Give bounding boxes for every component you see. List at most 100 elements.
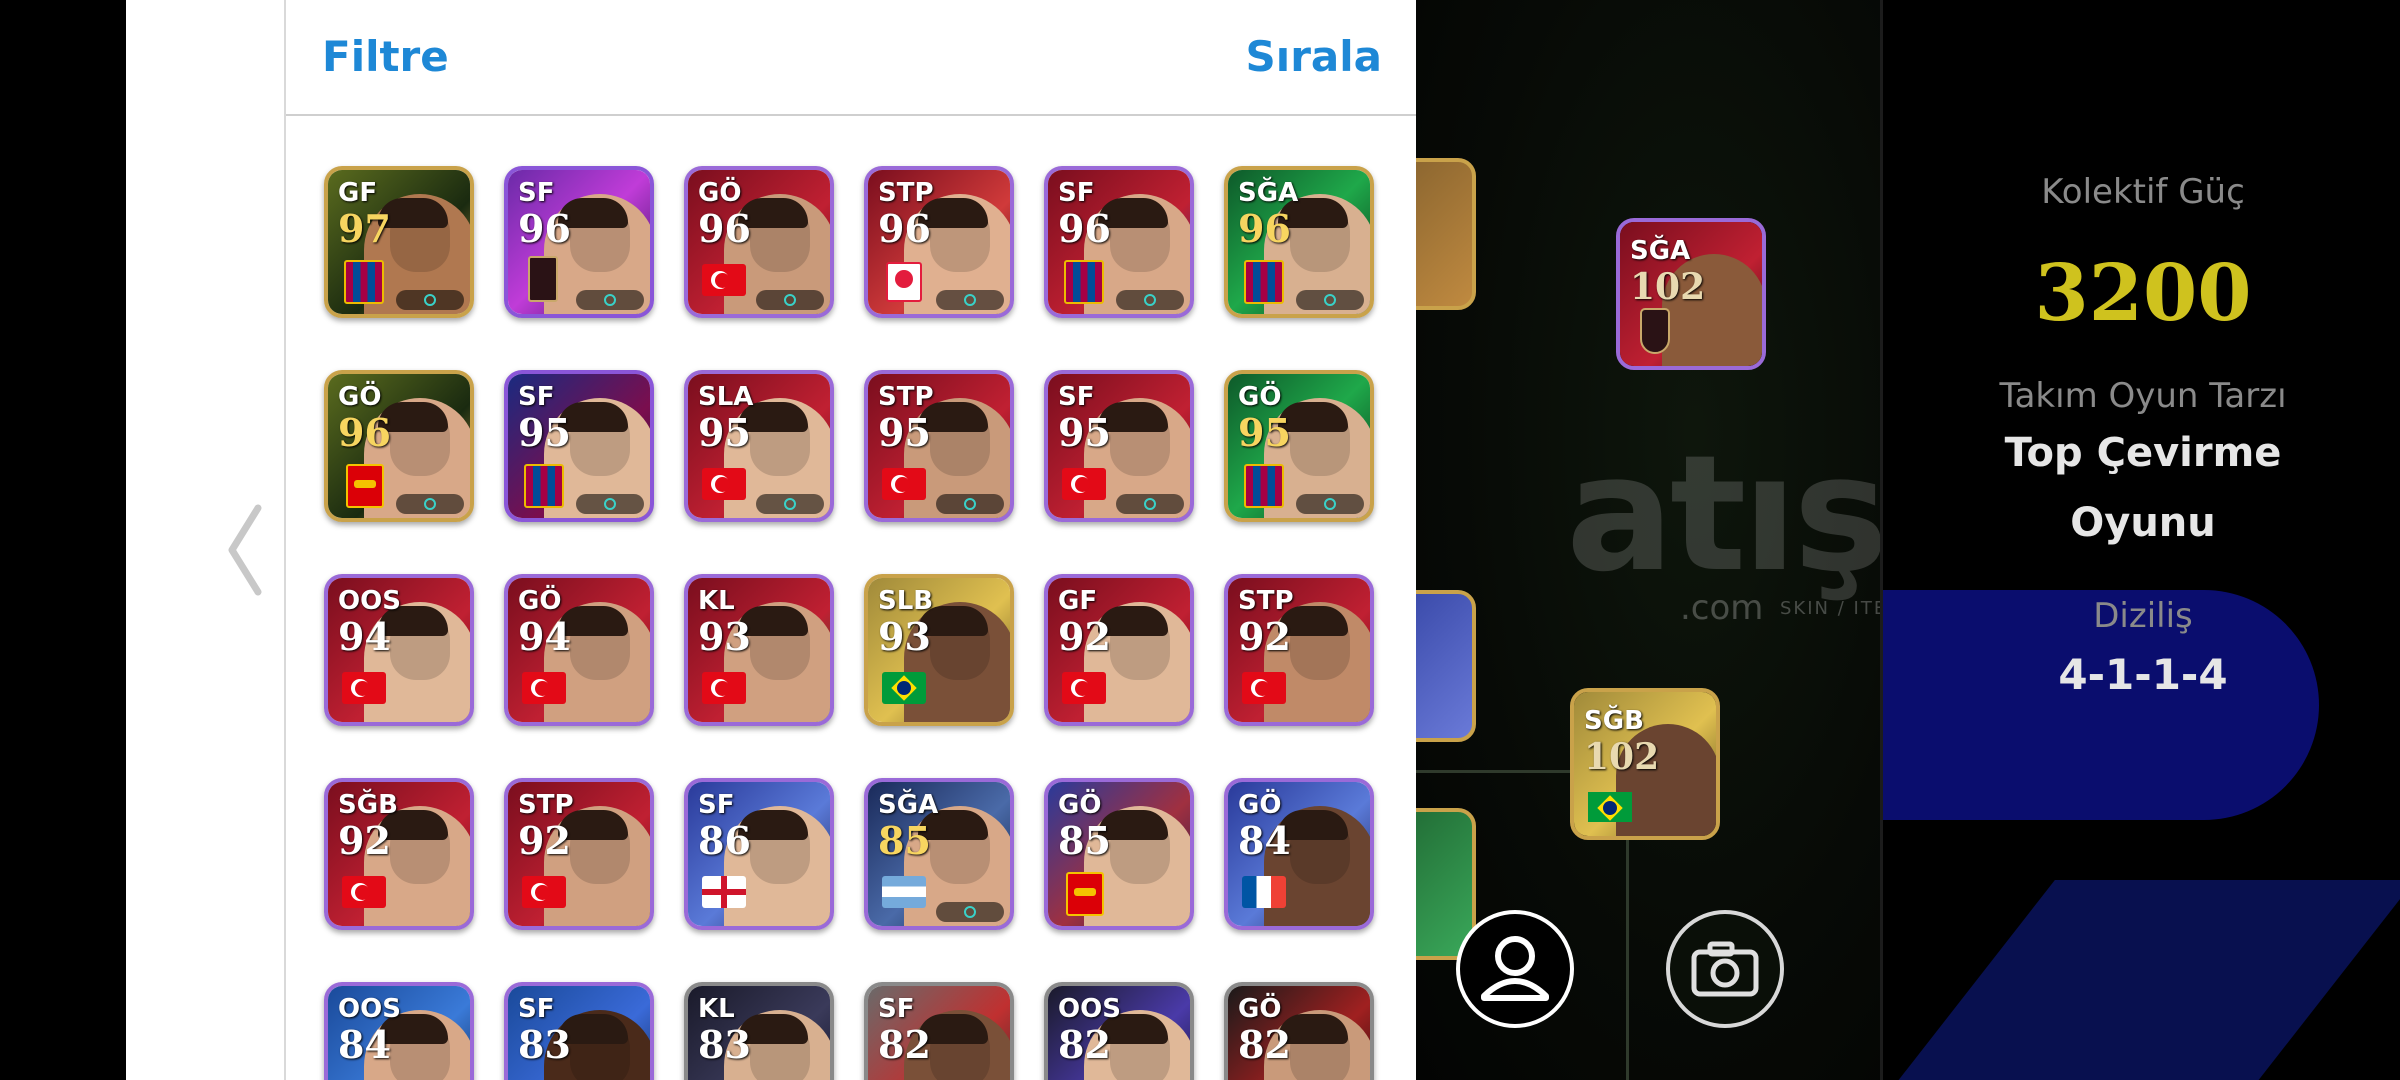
player-position: GÖ [1238,382,1282,412]
player-card[interactable]: GF 97 [324,166,474,318]
play-style-value-line1[interactable]: Top Çevirme [1883,430,2400,476]
player-position: STP [518,790,574,820]
player-card[interactable]: GÖ 96 [324,370,474,522]
formation-value[interactable]: 4-1-1-4 [1883,650,2400,699]
player-position: SF [1058,382,1095,412]
player-card[interactable]: SĞA 96 [1224,166,1374,318]
player-position: SĞB [1584,706,1644,736]
player-rating: 92 [1238,614,1291,659]
nationality-flag-icon [702,264,746,296]
pitch-player-card[interactable]: SĞA 102 [1616,218,1766,370]
play-style-value-line2[interactable]: Oyunu [1883,500,2400,546]
player-rating: 92 [338,818,391,863]
player-card[interactable]: GÖ 96 [684,166,834,318]
player-card[interactable]: KL 83 [684,982,834,1080]
nationality-flag-icon [702,672,746,704]
pitch-player-card[interactable] [1416,590,1476,742]
nationality-flag-icon [702,876,746,908]
nationality-flag-icon [882,468,926,500]
player-card[interactable]: SF 95 [1044,370,1194,522]
nationality-flag-icon [1588,792,1632,822]
player-position: SF [518,994,555,1024]
player-card[interactable]: SĞA 85 [864,778,1014,930]
player-card[interactable]: SLA 95 [684,370,834,522]
skill-indicator-icon [1116,290,1184,310]
skill-indicator-icon [576,494,644,514]
pitch-player-card[interactable] [1416,158,1476,310]
player-card[interactable]: SF 95 [504,370,654,522]
player-card[interactable]: OOS 82 [1044,982,1194,1080]
player-position: SF [1058,178,1095,208]
player-card[interactable]: SF 96 [1044,166,1194,318]
camera-button[interactable] [1666,910,1784,1028]
player-position: SĞB [338,790,398,820]
player-position: KL [698,994,735,1024]
player-rating: 95 [698,410,751,455]
pitch-player-card[interactable]: SĞB 102 [1570,688,1720,840]
club-badge-icon [344,260,384,304]
player-card[interactable]: STP 95 [864,370,1014,522]
player-rating: 95 [518,410,571,455]
player-position: GÖ [1238,790,1282,820]
team-power-label: Kolektif Güç [2041,172,2245,212]
nationality-flag-icon [702,468,746,500]
player-position: SĞA [1238,178,1299,208]
player-rating: 94 [338,614,391,659]
player-rating: 96 [1238,206,1291,251]
player-rating: 82 [1238,1022,1291,1067]
profile-button[interactable] [1456,910,1574,1028]
player-card[interactable]: SF 86 [684,778,834,930]
player-card[interactable]: STP 96 [864,166,1014,318]
player-list-panel: Filtre Sırala GF 97 SF 96 GÖ 96 STP 96 SF 96 SĞA 96… [284,0,1418,1080]
player-card[interactable]: SF 96 [504,166,654,318]
nationality-flag-icon [1242,672,1286,704]
player-card[interactable]: GÖ 82 [1224,982,1374,1080]
camera-icon [1691,941,1759,997]
player-position: SĞA [878,790,939,820]
player-card[interactable]: KL 93 [684,574,834,726]
skill-indicator-icon [576,290,644,310]
club-badge-icon [524,464,564,508]
player-card[interactable]: STP 92 [1224,574,1374,726]
player-rating: 84 [1238,818,1291,863]
player-card[interactable]: SF 83 [504,982,654,1080]
chevron-left-icon[interactable] [222,500,272,600]
play-style-label: Takım Oyun Tarzı [1999,376,2287,416]
player-rating: 85 [878,818,931,863]
club-badge-icon [1244,260,1284,304]
player-card[interactable]: GÖ 95 [1224,370,1374,522]
player-rating: 95 [1058,410,1111,455]
player-rating: 83 [518,1022,571,1067]
player-rating: 102 [1584,736,1660,778]
player-card[interactable]: GÖ 94 [504,574,654,726]
formation-label: Diziliş [2093,596,2193,636]
skill-indicator-icon [936,494,1004,514]
player-rating: 82 [1058,1022,1111,1067]
skill-indicator-icon [756,494,824,514]
player-position: SF [698,790,735,820]
watermark-logo: atış [1566,420,1880,607]
team-power-value: 3200 [2034,248,2252,339]
player-rating: 92 [1058,614,1111,659]
player-card[interactable]: GÖ 84 [1224,778,1374,930]
filter-button[interactable]: Filtre [322,32,449,81]
player-card[interactable]: GÖ 85 [1044,778,1194,930]
player-rating: 96 [338,410,391,455]
player-position: SLB [878,586,934,616]
nationality-flag-icon [1062,672,1106,704]
player-card[interactable]: SLB 93 [864,574,1014,726]
player-rating: 97 [338,206,391,251]
player-position: OOS [338,994,401,1024]
player-card[interactable]: STP 92 [504,778,654,930]
player-card[interactable]: OOS 84 [324,982,474,1080]
player-card[interactable]: OOS 94 [324,574,474,726]
sort-button[interactable]: Sırala [1246,32,1382,81]
player-card[interactable]: SĞB 92 [324,778,474,930]
player-rating: 83 [698,1022,751,1067]
skill-indicator-icon [936,902,1004,922]
player-card[interactable]: SF 82 [864,982,1014,1080]
nationality-flag-icon [1242,876,1286,908]
club-badge-icon [1066,872,1104,916]
player-card[interactable]: GF 92 [1044,574,1194,726]
nationality-flag-icon [522,876,566,908]
